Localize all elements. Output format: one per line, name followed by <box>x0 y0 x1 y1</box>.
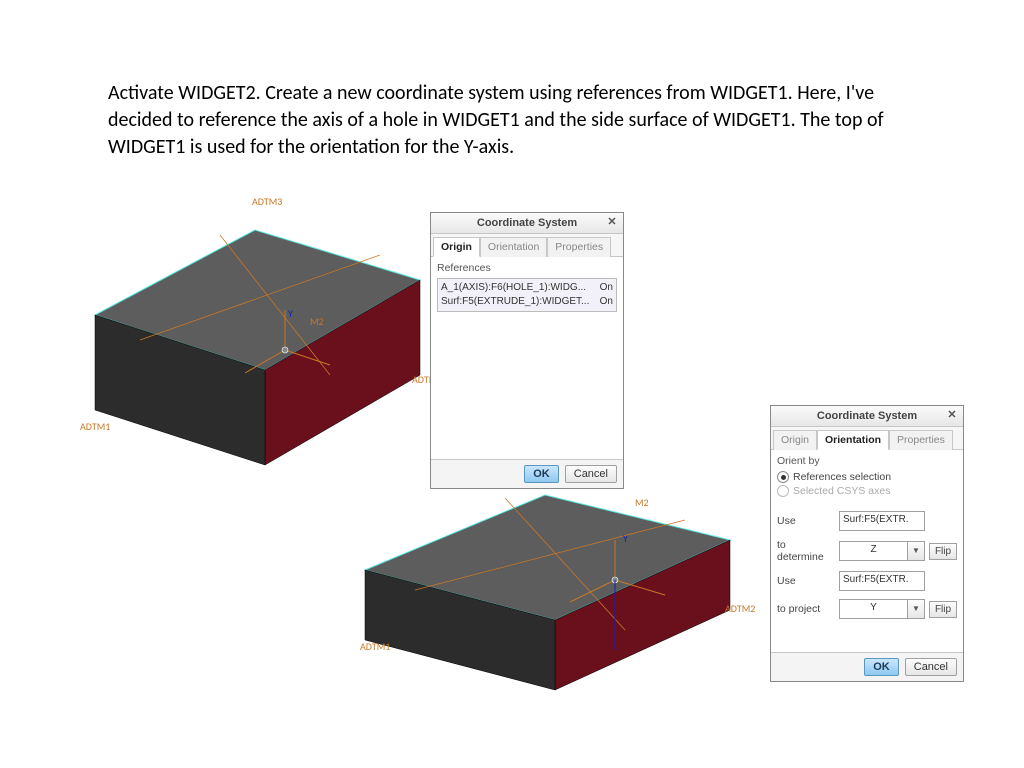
dialog-title-text-2: Coordinate System <box>817 410 917 422</box>
radio-label-csys: Selected CSYS axes <box>793 485 890 497</box>
tab-origin-2[interactable]: Origin <box>773 430 817 450</box>
datum-label-1: ADTM1 <box>80 420 110 433</box>
to-determine-label: to determine <box>777 539 835 563</box>
orient-by-label: Orient by <box>777 455 957 467</box>
datum-label-1b: ADTM1 <box>360 640 390 653</box>
datum-label-m2-b: M2 <box>635 496 649 509</box>
ok-button-2[interactable]: OK <box>864 658 899 676</box>
dialog-tabs: Origin Orientation Properties <box>431 234 623 257</box>
dialog-title-2: Coordinate System ✕ <box>771 406 963 427</box>
use-field-2[interactable]: Surf:F5(EXTR. <box>839 571 925 591</box>
axis-y-label: Y <box>288 307 293 320</box>
datum-label-m2: M2 <box>310 315 324 328</box>
tab-origin[interactable]: Origin <box>433 237 480 257</box>
coord-sys-dialog-orientation: Coordinate System ✕ Origin Orientation P… <box>770 405 964 682</box>
radio-selected-csys[interactable]: Selected CSYS axes <box>777 485 957 497</box>
close-icon[interactable]: ✕ <box>605 215 619 229</box>
coord-sys-dialog-origin: Coordinate System ✕ Origin Orientation P… <box>430 212 624 489</box>
radio-label-refsel: References selection <box>793 471 891 483</box>
dialog-tabs-2: Origin Orientation Properties <box>771 427 963 450</box>
ref-item-2: Surf:F5(EXTRUDE_1):WIDGET... <box>441 295 589 309</box>
tab-properties-2[interactable]: Properties <box>889 430 953 450</box>
cancel-button-2[interactable]: Cancel <box>905 658 957 676</box>
references-label: References <box>437 262 617 274</box>
instruction-paragraph: Activate WIDGET2. Create a new coordinat… <box>108 80 918 161</box>
radio-icon <box>777 485 789 497</box>
determine-axis-value: Z <box>839 541 908 561</box>
dialog-title: Coordinate System ✕ <box>431 213 623 234</box>
ref-state-1: On <box>600 281 613 295</box>
chevron-down-icon[interactable]: ▼ <box>908 541 925 561</box>
flip-button-1[interactable]: Flip <box>929 543 957 560</box>
model-preview-2: M2 ADTM2 ADTM1 Y <box>345 480 745 700</box>
tab-orientation[interactable]: Orientation <box>480 237 547 257</box>
close-icon-2[interactable]: ✕ <box>945 408 959 422</box>
chevron-down-icon[interactable]: ▼ <box>908 599 925 619</box>
project-axis-value: Y <box>839 599 908 619</box>
radio-icon <box>777 471 789 483</box>
radio-references-selection[interactable]: References selection <box>777 471 957 483</box>
model-preview-1: ADTM3 ADTM2 ADTM1 M2 Y <box>80 195 440 485</box>
to-project-label: to project <box>777 603 835 615</box>
axis-y-label-b: Y <box>623 532 628 545</box>
use-field-1[interactable]: Surf:F5(EXTR. <box>839 511 925 531</box>
use-label-2: Use <box>777 575 835 587</box>
use-label-1: Use <box>777 515 835 527</box>
determine-axis-combo[interactable]: Z ▼ <box>839 541 925 561</box>
tab-properties[interactable]: Properties <box>547 237 611 257</box>
ref-item-1: A_1(AXIS):F6(HOLE_1):WIDG... <box>441 281 586 295</box>
dialog-title-text: Coordinate System <box>477 217 577 229</box>
ref-state-2: On <box>600 295 613 309</box>
project-axis-combo[interactable]: Y ▼ <box>839 599 925 619</box>
references-list[interactable]: A_1(AXIS):F6(HOLE_1):WIDG... On Surf:F5(E… <box>437 278 617 312</box>
datum-label-3: ADTM3 <box>252 195 282 208</box>
flip-button-2[interactable]: Flip <box>929 601 957 618</box>
tab-orientation-2[interactable]: Orientation <box>817 430 889 450</box>
datum-label-2b: ADTM2 <box>725 602 755 615</box>
